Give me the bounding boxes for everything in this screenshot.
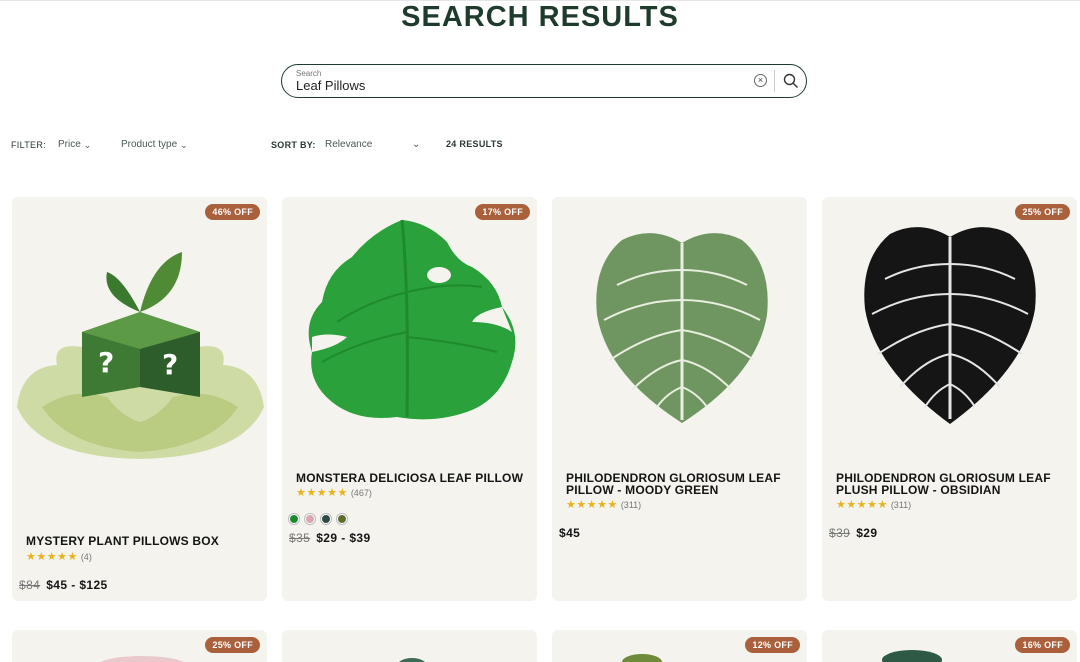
sale-price: $29 [856,526,878,540]
filter-label: FILTER: [11,140,46,150]
review-count: (311) [890,500,912,510]
sort-select[interactable]: Relevance [325,139,372,150]
discount-badge: 16% OFF [1015,637,1070,653]
review-count: (311) [620,500,642,510]
old-price: $39 [829,526,851,540]
product-price: $45 [559,526,580,540]
close-icon[interactable]: × [754,74,767,87]
green-leaf-pillow-image [596,233,768,423]
old-price: $35 [289,531,311,545]
product-card[interactable]: 17% OFF MONSTERA DELICIOSA LEAF PILLOW ★… [282,197,537,601]
pink-pillow-image [97,656,187,662]
price-filter-label: Price [58,139,81,150]
discount-badge: 25% OFF [1015,204,1070,220]
search-icon[interactable] [782,72,800,90]
chevron-down-icon[interactable]: ⌄ [412,139,420,150]
product-card[interactable]: 16% OFF [822,630,1077,662]
search-input[interactable]: Leaf Pillows [296,78,365,93]
green-pillow-image [397,658,427,662]
color-swatches [289,514,347,524]
mystery-box-image: ? ? [17,252,264,459]
color-swatch[interactable] [289,514,299,524]
olive-pillow-image [622,654,662,662]
color-swatch[interactable] [321,514,331,524]
sort-value: Relevance [325,139,373,150]
product-card[interactable]: PHILODENDRON GLORIOSUM LEAF PILLOW - MOO… [552,197,807,601]
discount-badge: 46% OFF [205,204,260,220]
sort-label: SORT BY: [271,140,316,150]
product-price: $35 $29 - $39 [289,531,371,545]
monstera-pillow-image [308,219,516,420]
sale-price: $29 - $39 [316,531,371,545]
color-swatch[interactable] [305,514,315,524]
star-icons: ★★★★★ [26,551,78,563]
product-card[interactable]: 25% OFF PHILODENDRON GLORIOSUM LEAF PLUS… [822,197,1077,601]
sale-price: $45 [559,526,581,540]
svg-text:?: ? [98,346,114,379]
rating-stars: ★★★★★ (467) [296,486,372,499]
sale-price: $45 - $125 [46,578,108,592]
product-name[interactable]: MYSTERY PLANT PILLOWS BOX [26,535,256,547]
old-price: $84 [19,578,41,592]
product-type-filter[interactable]: Product type ⌄ [121,139,188,150]
product-price: $39 $29 [829,526,877,540]
page-title: SEARCH RESULTS [401,1,679,33]
black-leaf-pillow-image [864,227,1036,424]
discount-badge: 25% OFF [205,637,260,653]
rating-stars: ★★★★★ (311) [836,498,911,511]
star-icons: ★★★★★ [296,487,348,499]
search-label: Search [296,69,322,78]
product-card[interactable]: 12% OFF [552,630,807,662]
color-swatch[interactable] [337,514,347,524]
product-name[interactable]: MONSTERA DELICIOSA LEAF PILLOW [296,472,526,484]
chevron-down-icon: ⌄ [83,140,92,150]
chevron-down-icon: ⌄ [180,140,188,150]
product-name[interactable]: PHILODENDRON GLORIOSUM LEAF PILLOW - MOO… [566,472,796,496]
price-filter[interactable]: Price ⌄ [58,139,91,150]
results-count: 24 RESULTS [446,139,503,149]
rating-stars: ★★★★★ (4) [26,550,92,563]
product-type-filter-label: Product type [121,139,178,150]
discount-badge: 12% OFF [745,637,800,653]
star-icons: ★★★★★ [566,499,618,511]
review-count: (467) [350,488,372,498]
product-price: $84 $45 - $125 [19,578,108,592]
product-card[interactable] [282,630,537,662]
svg-text:?: ? [162,348,178,381]
star-icons: ★★★★★ [836,499,888,511]
rating-stars: ★★★★★ (311) [566,498,641,511]
teal-pillow-image [882,650,942,662]
product-name[interactable]: PHILODENDRON GLORIOSUM LEAF PLUSH PILLOW… [836,472,1066,496]
search-divider [774,70,775,92]
review-count: (4) [80,552,92,562]
search-bar[interactable]: Search Leaf Pillows × [281,64,807,98]
product-card[interactable]: 25% OFF [12,630,267,662]
product-card[interactable]: 46% OFF ? ? MYSTERY PLANT PILLOWS BOX ★★… [12,197,267,601]
